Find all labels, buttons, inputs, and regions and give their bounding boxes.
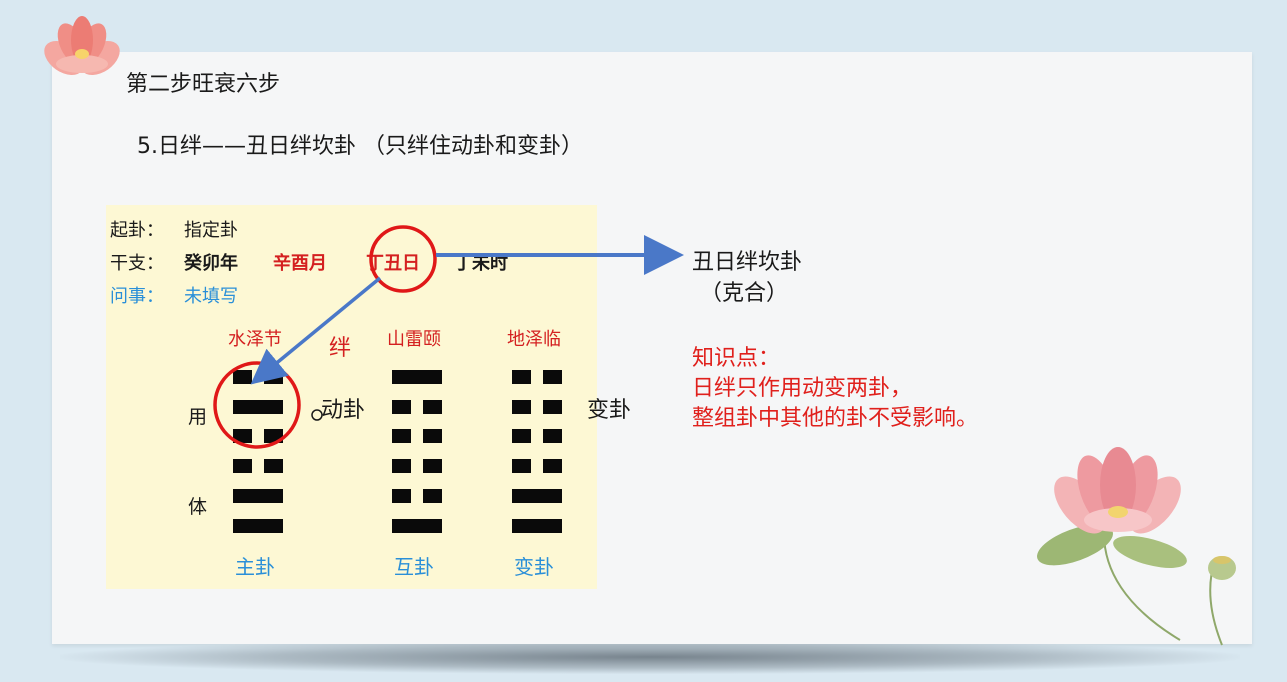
gua-name-main: 水泽节 bbox=[228, 329, 282, 350]
right-line1: 丑日绊坎卦 bbox=[692, 250, 803, 275]
yao-mutual-1 bbox=[392, 519, 442, 533]
yao-changed-2 bbox=[512, 489, 562, 503]
yao-changed-3a bbox=[512, 459, 531, 473]
dong-label: 动卦 bbox=[321, 398, 366, 423]
yao-mutual-4b bbox=[423, 429, 442, 443]
yao-mutual-3a bbox=[392, 459, 411, 473]
gua-name-mutual: 山雷颐 bbox=[387, 329, 441, 350]
yao-changed-5b bbox=[543, 400, 562, 414]
slide-bottom-shadow bbox=[60, 640, 1240, 674]
yao-changed-1 bbox=[512, 519, 562, 533]
yao-mutual-5a bbox=[392, 400, 411, 414]
yao-main-4a bbox=[233, 429, 252, 443]
ti-label: 体 bbox=[188, 496, 208, 518]
yao-changed-4a bbox=[512, 429, 531, 443]
knowledge-title: 知识点： bbox=[692, 346, 781, 371]
footer-changed: 变卦 bbox=[514, 555, 554, 579]
ganzhi-year: 癸卯年 bbox=[184, 253, 238, 274]
footer-main: 主卦 bbox=[235, 555, 275, 579]
yao-main-2 bbox=[233, 489, 283, 503]
ban-mark: 绊 bbox=[329, 336, 352, 361]
knowledge-line2: 整组卦中其他的卦不受影响。 bbox=[692, 406, 979, 431]
yao-changed-6a bbox=[512, 370, 531, 384]
yao-main-6b bbox=[264, 370, 283, 384]
yao-mutual-2b bbox=[423, 489, 442, 503]
yao-mutual-4a bbox=[392, 429, 411, 443]
yao-mutual-2a bbox=[392, 489, 411, 503]
ganzhi-label: 干支： bbox=[110, 253, 164, 274]
yong-label: 用 bbox=[188, 406, 208, 428]
wenshi-value: 未填写 bbox=[184, 286, 238, 307]
footer-mutual: 互卦 bbox=[394, 555, 434, 579]
yao-changed-4b bbox=[543, 429, 562, 443]
wenshi-label: 问事： bbox=[110, 286, 164, 307]
yao-changed-6b bbox=[543, 370, 562, 384]
yao-main-1 bbox=[233, 519, 283, 533]
yao-changed-3b bbox=[543, 459, 562, 473]
yao-mutual-6 bbox=[392, 370, 442, 384]
yao-mutual-3b bbox=[423, 459, 442, 473]
yao-main-5 bbox=[233, 400, 283, 414]
ganzhi-hour: 丁未时 bbox=[454, 253, 508, 274]
yao-main-3b bbox=[264, 459, 283, 473]
qigua-label: 起卦： bbox=[110, 220, 164, 241]
yao-changed-5a bbox=[512, 400, 531, 414]
page-subtitle: 5.日绊——丑日绊坎卦 （只绊住动卦和变卦） bbox=[137, 134, 583, 159]
yao-mutual-5b bbox=[423, 400, 442, 414]
ganzhi-day: 丁丑日 bbox=[366, 253, 420, 274]
yao-main-4b bbox=[264, 429, 283, 443]
gua-name-changed: 地泽临 bbox=[507, 329, 561, 350]
page-title: 第二步旺衰六步 bbox=[126, 72, 281, 97]
yao-main-3a bbox=[233, 459, 252, 473]
yao-main-6a bbox=[233, 370, 252, 384]
knowledge-line1: 日绊只作用动变两卦， bbox=[692, 376, 913, 401]
ganzhi-month: 辛酉月 bbox=[273, 253, 327, 274]
right-line2: （克合） bbox=[700, 281, 789, 306]
bian-label: 变卦 bbox=[587, 398, 632, 423]
qigua-value: 指定卦 bbox=[184, 220, 238, 241]
